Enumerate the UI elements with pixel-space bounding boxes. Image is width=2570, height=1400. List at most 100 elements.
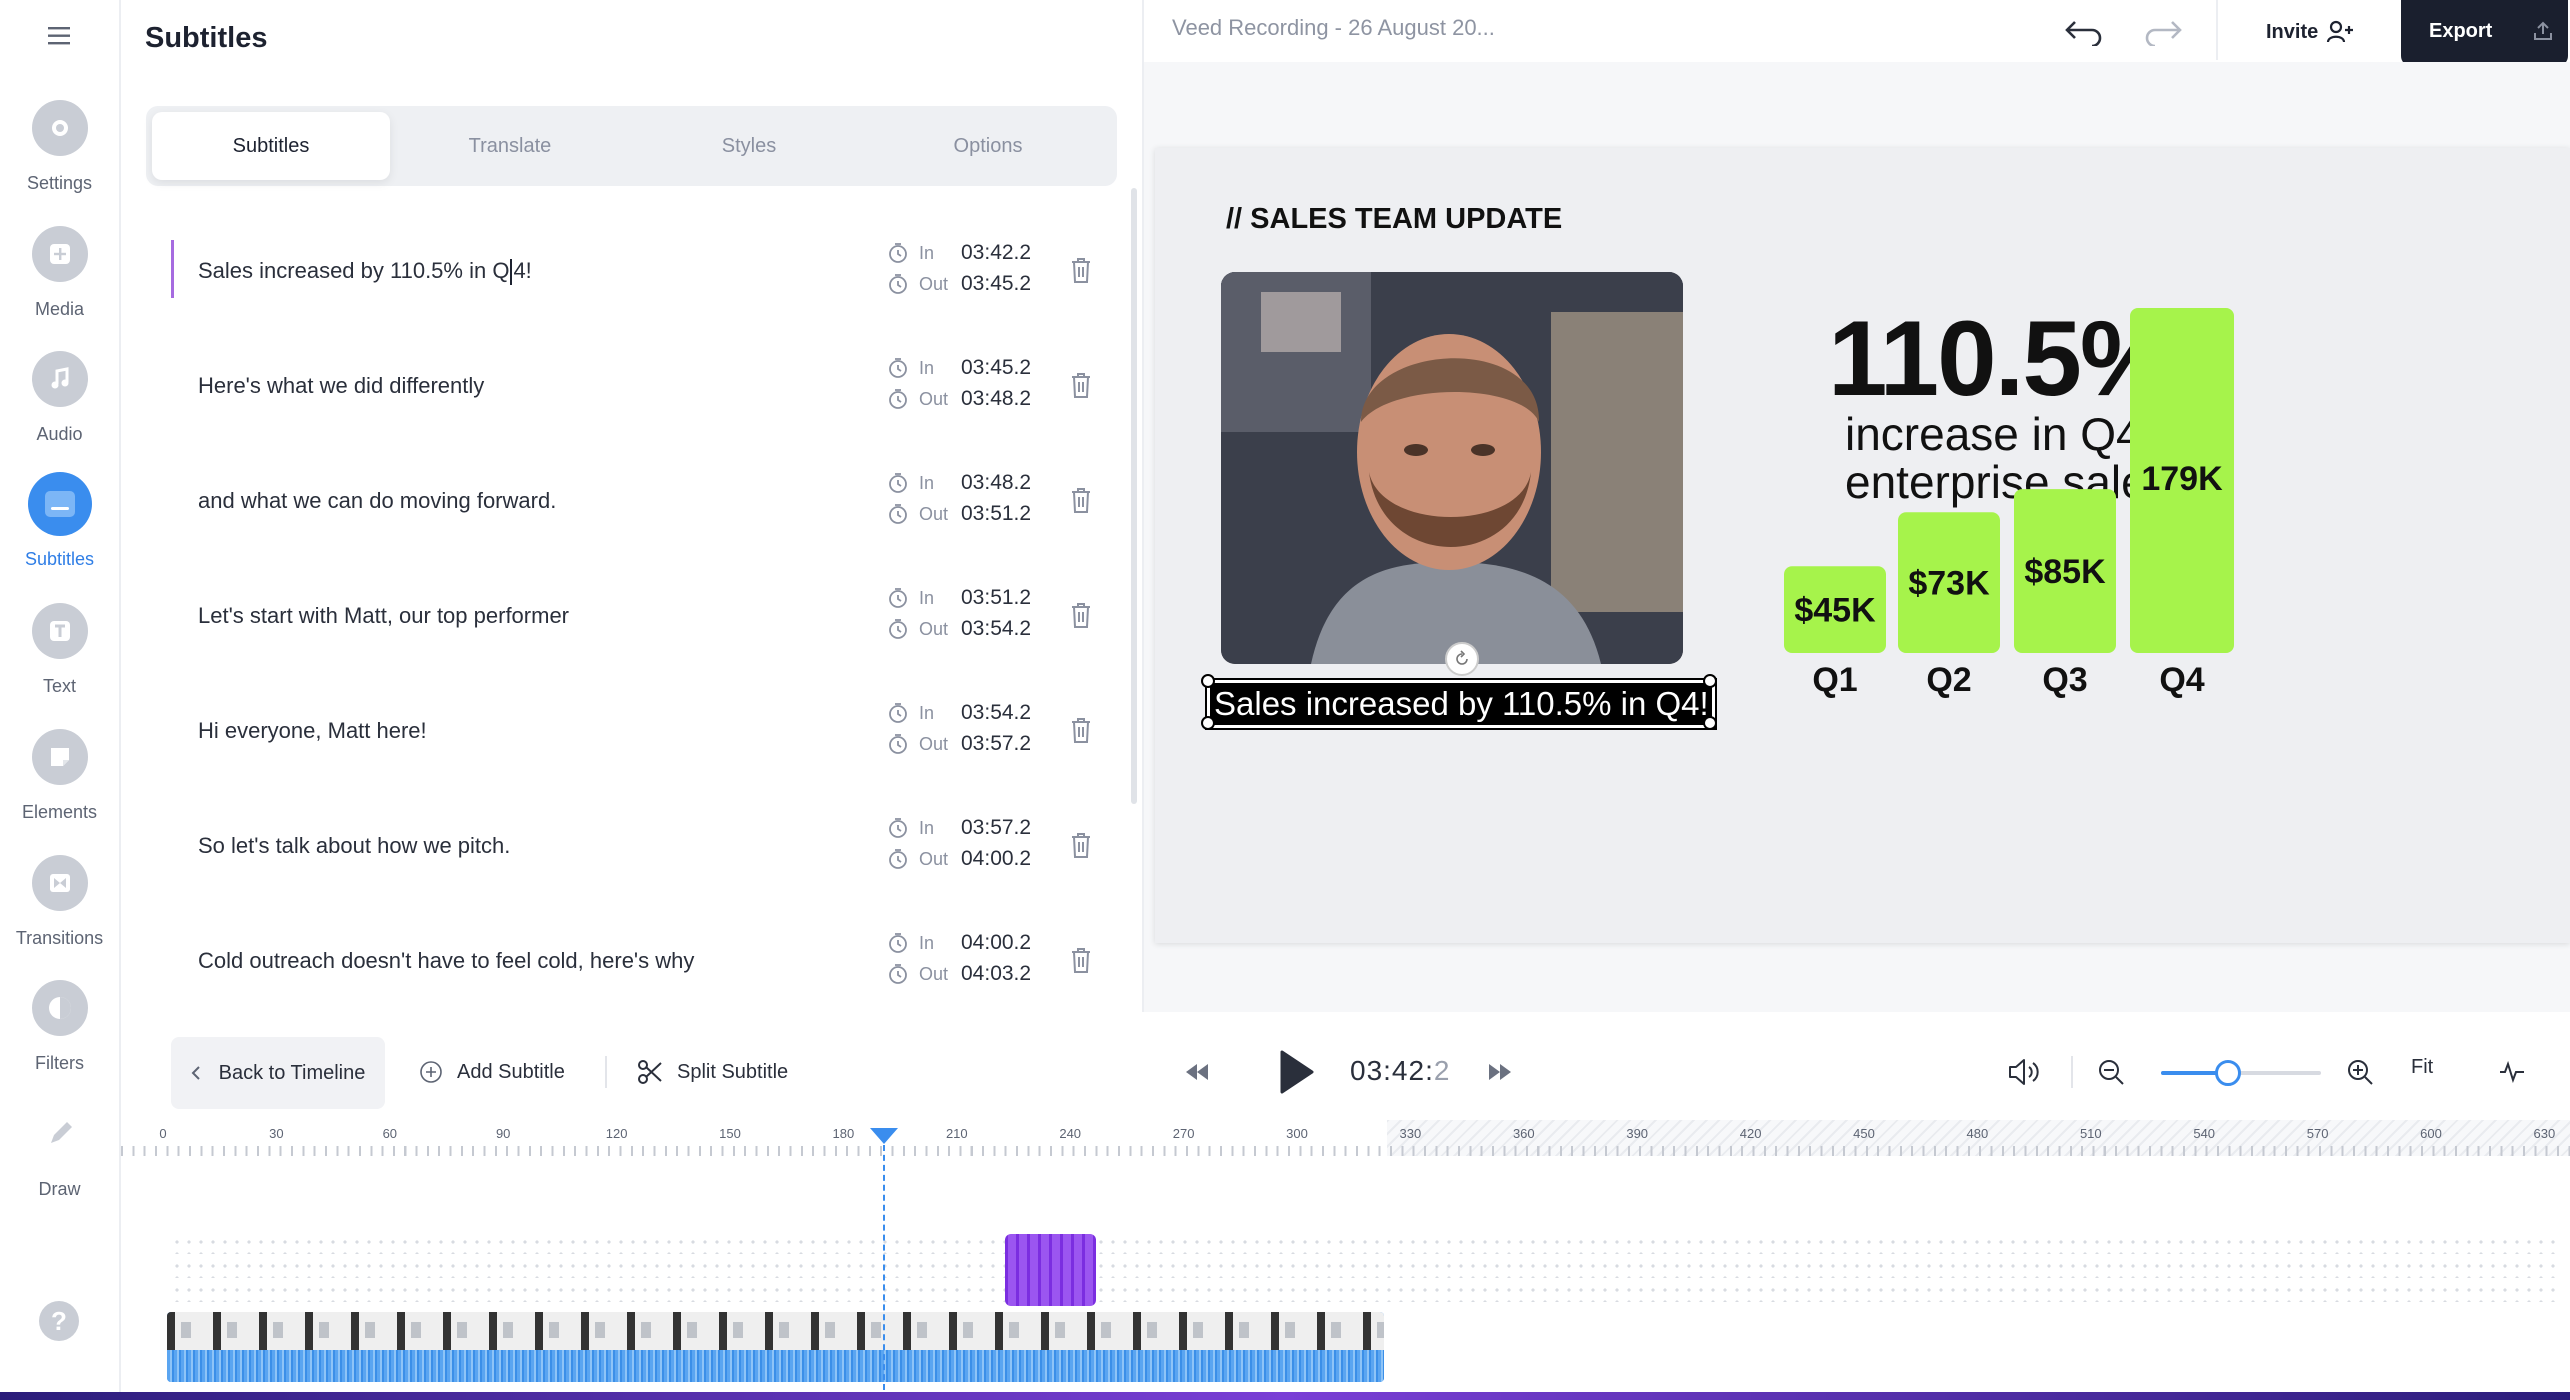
rail-label-subtitles: Subtitles	[24, 549, 95, 569]
out-time[interactable]: Out 03:57.2	[887, 729, 1047, 759]
redo-button[interactable]	[2143, 10, 2183, 54]
subtitle-row[interactable]: Sales increased by 110.5% in Q 4! In 03:42…	[171, 218, 1101, 304]
out-time-value[interactable]: 03:45.2	[961, 272, 1031, 296]
in-time[interactable]: In 04:00.2	[887, 928, 1047, 958]
fast-forward-button[interactable]	[1487, 1042, 1513, 1102]
resize-handle-top-right[interactable]	[1703, 674, 1717, 688]
webcam-video[interactable]	[1221, 272, 1683, 664]
rail-item-subtitles[interactable]: Subtitles	[0, 472, 119, 586]
fit-button[interactable]: Fit	[2411, 1056, 2433, 1079]
subtitle-text-input[interactable]: Here's what we did differently	[198, 373, 484, 399]
out-time[interactable]: Out 03:45.2	[887, 269, 1047, 299]
document-title[interactable]: Veed Recording - 26 August 20...	[1172, 15, 1495, 41]
in-time[interactable]: In 03:45.2	[887, 353, 1047, 383]
play-button[interactable]	[1276, 1042, 1316, 1102]
out-time-value[interactable]: 03:48.2	[961, 387, 1031, 411]
subtitle-row[interactable]: Hi everyone, Matt here! In 03:54.2 Out 03:…	[171, 678, 1101, 764]
out-time[interactable]: Out 04:00.2	[887, 844, 1047, 874]
split-subtitle-button[interactable]: Split Subtitle	[637, 1042, 788, 1102]
zoom-slider-knob[interactable]	[2215, 1060, 2242, 1086]
subtitle-text-input[interactable]: Let's start with Matt, our top performer	[198, 603, 569, 629]
out-time-value[interactable]: 03:51.2	[961, 502, 1031, 526]
in-time-value[interactable]: 03:57.2	[961, 816, 1031, 840]
undo-button[interactable]	[2064, 10, 2104, 54]
subtitle-row[interactable]: So let's talk about how we pitch. In 03:5…	[171, 793, 1101, 879]
subtitle-row[interactable]: Let's start with Matt, our top performer…	[171, 563, 1101, 649]
video-canvas[interactable]: // SALES TEAM UPDATE Sales increased by …	[1155, 148, 2570, 943]
tab-subtitles[interactable]: Subtitles	[152, 112, 390, 180]
subtitle-text-input[interactable]: Hi everyone, Matt here!	[198, 718, 427, 744]
in-time-value[interactable]: 03:51.2	[961, 586, 1031, 610]
help-button[interactable]: ?	[39, 1301, 79, 1341]
subtitle-row[interactable]: Cold outreach doesn't have to feel cold,…	[171, 908, 1101, 994]
delete-icon[interactable]	[1069, 946, 1093, 974]
back-to-timeline-button[interactable]: Back to Timeline	[171, 1037, 385, 1109]
subtitle-text-input[interactable]: and what we can do moving forward.	[198, 488, 556, 514]
subtitle-text-input[interactable]: So let's talk about how we pitch.	[198, 833, 510, 859]
subtitle-row[interactable]: Here's what we did differently In 03:45.2…	[171, 333, 1101, 419]
out-time[interactable]: Out 03:48.2	[887, 384, 1047, 414]
playhead-handle[interactable]	[868, 1127, 900, 1145]
volume-button[interactable]	[2007, 1042, 2043, 1102]
in-time-value[interactable]: 04:00.2	[961, 931, 1031, 955]
subtitle-text-input[interactable]: Cold outreach doesn't have to feel cold,…	[198, 948, 694, 974]
out-time[interactable]: Out 03:51.2	[887, 499, 1047, 529]
resize-handle-bottom-right[interactable]	[1703, 716, 1717, 730]
subtitle-caption[interactable]: Sales increased by 110.5% in Q4!	[1205, 678, 1717, 730]
resize-handle-bottom-left[interactable]	[1201, 716, 1215, 730]
out-time-value[interactable]: 03:54.2	[961, 617, 1031, 641]
rail-item-settings[interactable]: Settings	[0, 100, 119, 210]
in-time[interactable]: In 03:57.2	[887, 813, 1047, 843]
tab-styles[interactable]: Styles	[630, 112, 868, 180]
out-time-value[interactable]: 04:03.2	[961, 962, 1031, 986]
rail-item-transitions[interactable]: Transitions	[0, 855, 119, 965]
delete-icon[interactable]	[1069, 716, 1093, 744]
in-time[interactable]: In 03:48.2	[887, 468, 1047, 498]
delete-icon[interactable]	[1069, 601, 1093, 629]
zoom-slider[interactable]	[2161, 1060, 2321, 1086]
delete-icon[interactable]	[1069, 371, 1093, 399]
in-time-value[interactable]: 03:42.2	[961, 241, 1031, 265]
delete-icon[interactable]	[1069, 256, 1093, 284]
out-time-value[interactable]: 04:00.2	[961, 847, 1031, 871]
subtitle-timing: In 03:54.2 Out 03:57.2	[887, 698, 1047, 768]
in-time-value[interactable]: 03:48.2	[961, 471, 1031, 495]
upload-icon	[2534, 21, 2553, 40]
waveform-button[interactable]	[2499, 1042, 2525, 1102]
subtitle-track[interactable]	[171, 1236, 2561, 1254]
delete-icon[interactable]	[1069, 486, 1093, 514]
in-time[interactable]: In 03:51.2	[887, 583, 1047, 613]
subtitle-text-input[interactable]: Sales increased by 110.5% in Q 4!	[198, 258, 532, 286]
rail-item-elements[interactable]: Elements	[0, 729, 119, 839]
add-subtitle-button[interactable]: Add Subtitle	[419, 1042, 565, 1102]
tab-translate[interactable]: Translate	[391, 112, 629, 180]
subtitle-clip[interactable]	[1005, 1234, 1096, 1306]
out-time[interactable]: Out 04:03.2	[887, 959, 1047, 989]
in-time-value[interactable]: 03:45.2	[961, 356, 1031, 380]
export-button[interactable]: Export	[2401, 0, 2568, 66]
in-time[interactable]: In 03:54.2	[887, 698, 1047, 728]
timeline[interactable]: 0 30 60 90 120 150 180 210 240 270 300 330 360 390 420…	[121, 1120, 2570, 1392]
rail-item-media[interactable]: Media	[0, 226, 119, 336]
in-time[interactable]: In 03:42.2	[887, 238, 1047, 268]
in-time-value[interactable]: 03:54.2	[961, 701, 1031, 725]
invite-button[interactable]: Invite	[2266, 10, 2354, 54]
rail-item-draw[interactable]: Draw	[0, 1106, 119, 1216]
video-track[interactable]	[167, 1312, 1384, 1382]
delete-icon[interactable]	[1069, 831, 1093, 859]
rotate-handle[interactable]	[1445, 642, 1479, 676]
rewind-button[interactable]	[1184, 1042, 1210, 1102]
tab-options[interactable]: Options	[869, 112, 1107, 180]
rail-item-audio[interactable]: Audio	[0, 351, 119, 461]
subtitle-timing: In 03:42.2 Out 03:45.2	[887, 238, 1047, 308]
zoom-in-button[interactable]	[2346, 1042, 2374, 1102]
rail-item-text[interactable]: Text	[0, 603, 119, 713]
menu-button[interactable]	[0, 18, 119, 54]
out-time[interactable]: Out 03:54.2	[887, 614, 1047, 644]
subtitle-row[interactable]: and what we can do moving forward. In 03:…	[171, 448, 1101, 534]
rail-item-filters[interactable]: Filters	[0, 980, 119, 1090]
panel-scrollbar[interactable]	[1131, 188, 1137, 804]
zoom-out-button[interactable]	[2097, 1042, 2125, 1102]
resize-handle-top-left[interactable]	[1201, 674, 1215, 688]
out-time-value[interactable]: 03:57.2	[961, 732, 1031, 756]
